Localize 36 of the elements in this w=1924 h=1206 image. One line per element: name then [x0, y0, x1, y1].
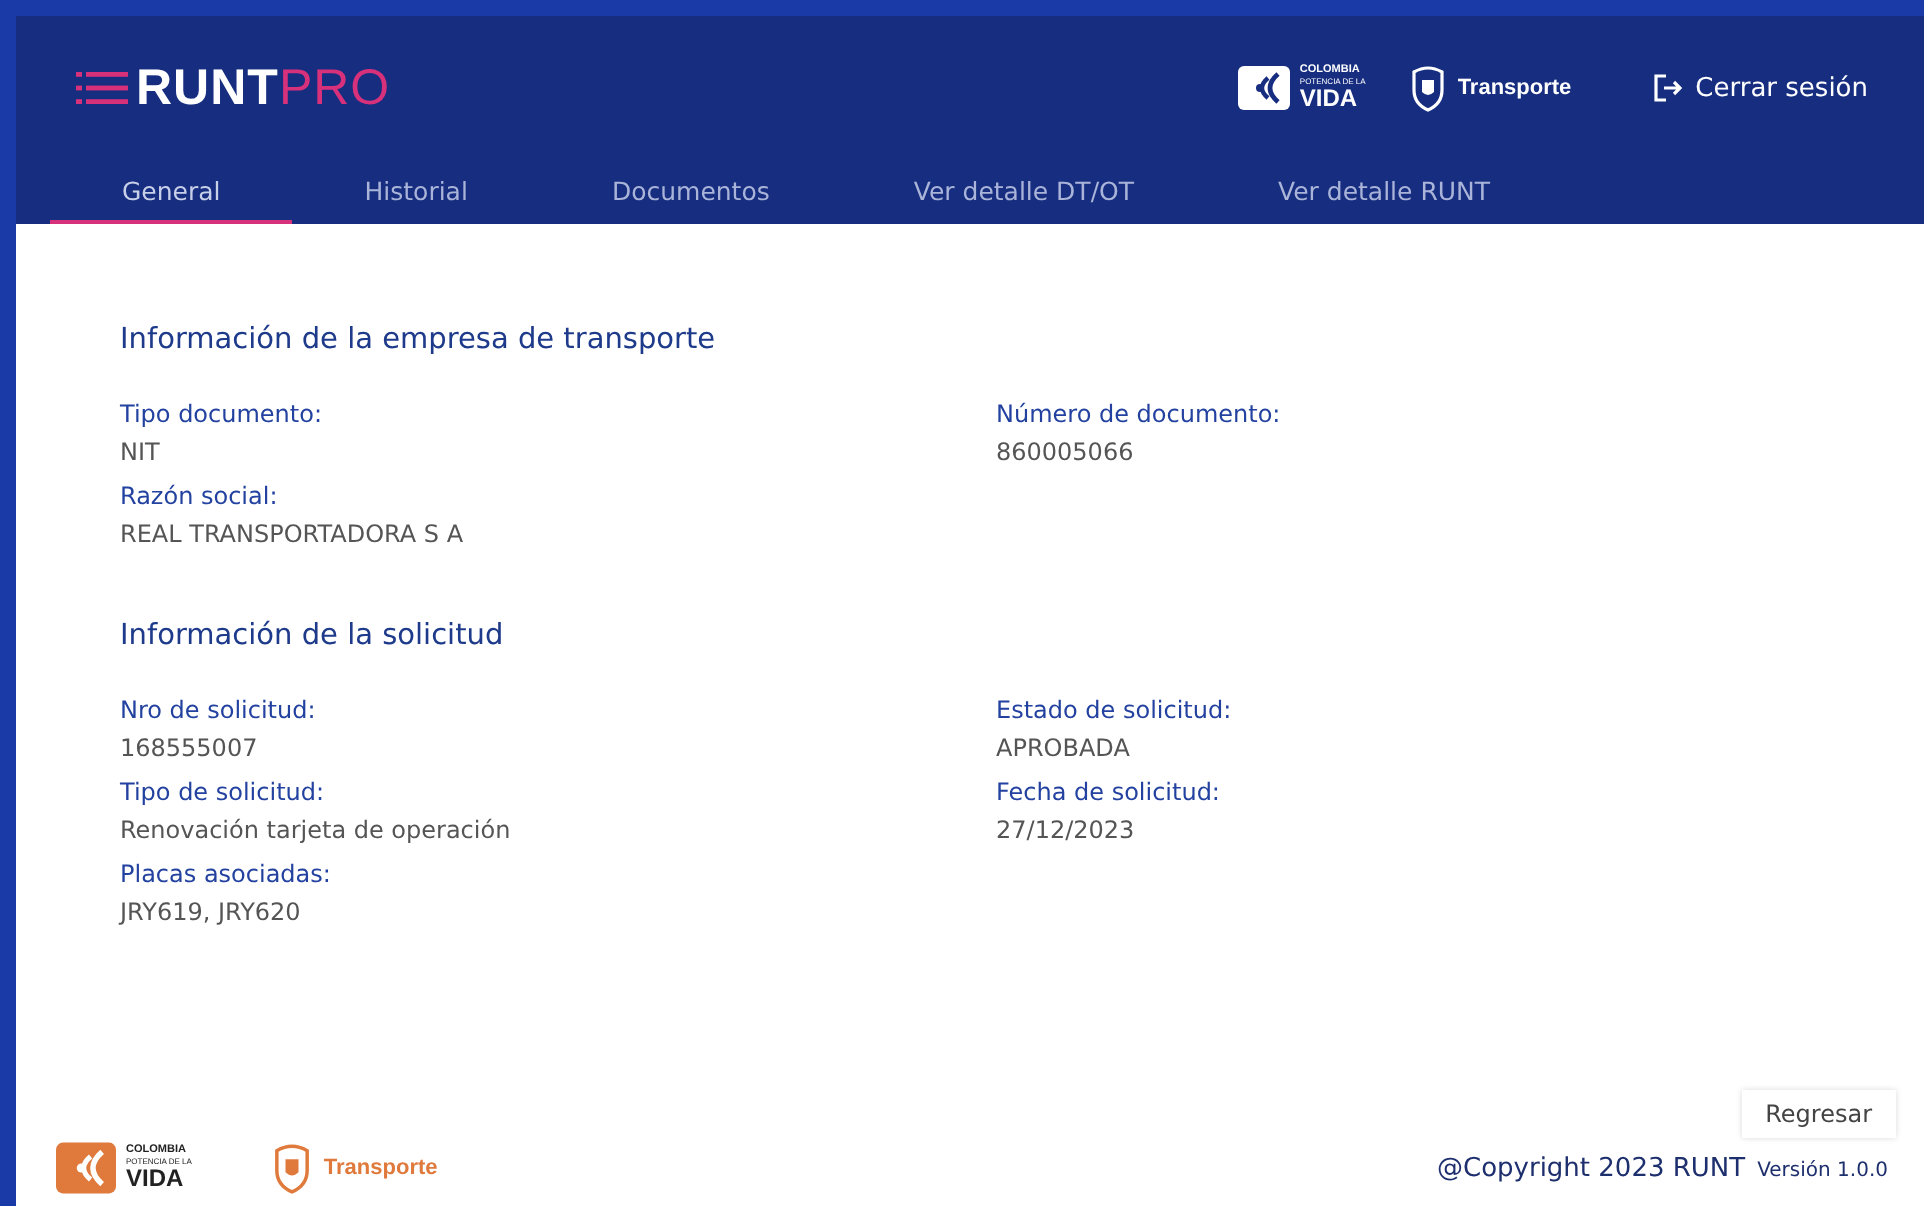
tab[interactable]: Historial	[292, 160, 540, 224]
field-label: Tipo documento:	[120, 400, 324, 428]
field-label: Tipo de solicitud:	[120, 778, 327, 806]
field-value: 27/12/2023	[996, 816, 1137, 844]
crest-icon	[1407, 64, 1448, 112]
ministry-name: Transporte	[323, 1156, 438, 1180]
field-label: Fecha de solicitud:	[996, 778, 1222, 806]
logout-button[interactable]: Cerrar sesión	[1653, 73, 1868, 103]
tab[interactable]: Ver detalle RUNT	[1206, 160, 1563, 224]
field-value: 860005066	[996, 438, 1136, 466]
field-label: Razón social:	[120, 482, 280, 510]
field-label: Placas asociadas:	[120, 860, 333, 888]
crest-icon	[269, 1142, 314, 1194]
field-value: REAL TRANSPORTADORA S A	[120, 520, 466, 548]
menu-icon[interactable]	[76, 70, 128, 106]
back-button[interactable]: Regresar	[1741, 1090, 1896, 1138]
copyright-text: @Copyright 2023 RUNT	[1437, 1153, 1746, 1183]
field-value: Renovación tarjeta de operación	[120, 816, 513, 844]
field-value: 168555007	[120, 734, 260, 762]
tab[interactable]: General	[50, 160, 293, 224]
field-value: APROBADA	[996, 734, 1132, 762]
logout-icon	[1653, 74, 1682, 102]
field-value: JRY619, JRY620	[120, 898, 303, 926]
field-label: Estado de solicitud:	[996, 696, 1234, 724]
version-text: Versión 1.0.0	[1757, 1159, 1888, 1181]
tab[interactable]: Documentos	[539, 160, 842, 224]
tab[interactable]: Ver detalle DT/OT	[841, 160, 1207, 224]
field-label: Número de documento:	[996, 400, 1283, 428]
field-value: NIT	[120, 438, 162, 466]
wave-logo-icon	[56, 1142, 116, 1194]
ministry-name: Transporte	[1457, 76, 1572, 100]
wave-logo-icon	[1237, 66, 1290, 110]
section-title: Información de la solicitud	[120, 620, 506, 652]
section-title: Información de la empresa de transporte	[120, 324, 718, 356]
app-logo: RUNTPRO	[136, 59, 391, 117]
field-label: Nro de solicitud:	[120, 696, 318, 724]
